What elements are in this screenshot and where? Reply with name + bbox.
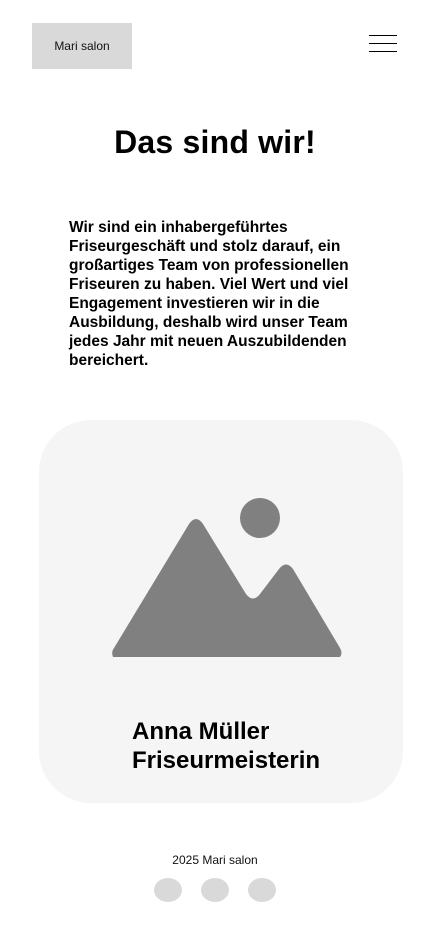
social-icon[interactable]	[201, 878, 229, 902]
logo[interactable]: Mari salon	[32, 23, 132, 69]
logo-text: Mari salon	[54, 39, 110, 53]
footer-copyright: 2025 Mari salon	[172, 853, 258, 867]
member-name: Anna Müller	[132, 718, 270, 745]
member-role: Friseurmeisterin	[132, 747, 321, 774]
page-title: Das sind wir!	[114, 124, 316, 160]
social-icon[interactable]	[154, 878, 182, 902]
social-icon[interactable]	[248, 878, 276, 902]
image-placeholder-icon	[112, 498, 342, 657]
menu-button[interactable]	[369, 33, 397, 53]
intro-paragraph: Wir sind ein inhabergeführtes Friseurges…	[69, 219, 349, 369]
team-member-card: Anna Müller Friseurmeisterin	[39, 420, 403, 803]
social-links	[154, 878, 276, 902]
